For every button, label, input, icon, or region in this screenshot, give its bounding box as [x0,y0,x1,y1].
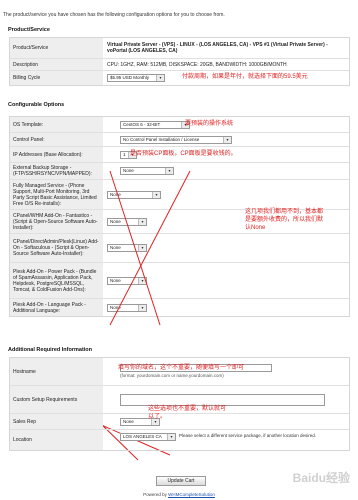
location-hint: Please select a different service packag… [179,433,316,438]
hostname-row: Hostname (format: yourdomain.com or name… [10,358,349,386]
hostname-label: Hostname [10,358,103,385]
whmcs-link[interactable]: WHMCompleteSolution [168,492,215,497]
hostname-annotation: 填写你的域名，这个不重要，随便填写一个即可 [118,365,245,371]
watermark-logo: Baidu经验 [292,471,350,485]
custom-setup-textarea[interactable] [120,393,325,406]
footer: Powered by WHMCompleteSolution [0,492,358,497]
chevron-down-icon: ▾ [167,434,175,440]
additional-section-header: Additional Required Information [8,347,93,353]
sales-rep-label: Sales Rep [10,414,103,429]
update-cart-button[interactable]: Update Cart [156,476,206,486]
hostname-hint: (format: yourdomain.com or name.yourdoma… [120,373,224,378]
location-row: Location LOS ANGELES CA ▾ Please select a… [10,430,349,450]
sales-rep-annotation: 这些选项也不重要，默认就可以了。 [148,406,227,420]
location-label: Location [10,430,103,450]
red-strike-line [109,170,191,326]
red-strike-line [109,170,161,326]
location-select[interactable]: LOS ANGELES CA ▾ [120,433,176,441]
footer-prefix: Powered by [143,492,169,497]
location-cell: LOS ANGELES CA ▾ Please select a differen… [103,430,349,450]
custom-setup-label: Custom Setup Requirements [10,386,103,413]
